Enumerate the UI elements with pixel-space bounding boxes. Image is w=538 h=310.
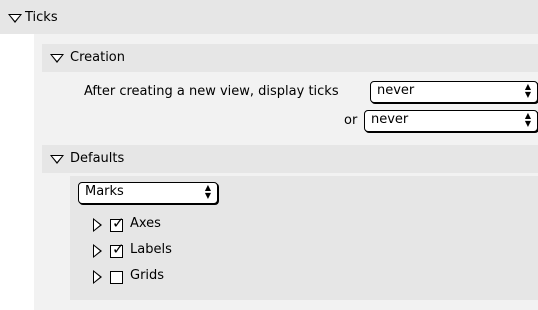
axes-label: Axes bbox=[130, 216, 161, 231]
ticks-display-popup-2-value: never bbox=[371, 112, 409, 127]
creation-title: Creation bbox=[70, 50, 126, 65]
labels-checkbox[interactable]: ✓ bbox=[110, 241, 125, 258]
grids-label: Grids bbox=[130, 268, 165, 283]
marks-popup-value: Marks bbox=[85, 184, 124, 199]
grids-disclosure-triangle-icon[interactable] bbox=[93, 270, 103, 284]
grids-checkbox[interactable] bbox=[110, 271, 123, 284]
ticks-section-header bbox=[0, 0, 538, 34]
popup-arrows-icon: ▲ ▼ bbox=[524, 111, 532, 128]
or-label: or bbox=[344, 113, 358, 128]
ticks-disclosure-triangle-icon[interactable] bbox=[8, 14, 22, 24]
checkmark-icon: ✓ bbox=[112, 240, 125, 258]
axes-disclosure-triangle-icon[interactable] bbox=[93, 218, 103, 232]
popup-arrows-icon: ▲ ▼ bbox=[204, 183, 212, 200]
labels-disclosure-triangle-icon[interactable] bbox=[93, 244, 103, 258]
popup-arrows-icon: ▲ ▼ bbox=[524, 82, 532, 99]
defaults-disclosure-triangle-icon[interactable] bbox=[50, 155, 64, 165]
ticks-display-popup-value: never bbox=[377, 83, 415, 98]
checkmark-icon: ✓ bbox=[112, 214, 125, 232]
ticks-display-popup-2[interactable]: never ▲ ▼ bbox=[364, 110, 538, 132]
creation-prompt-label: After creating a new view, display ticks bbox=[84, 84, 339, 99]
labels-label: Labels bbox=[130, 242, 172, 257]
ticks-title: Ticks bbox=[25, 10, 58, 25]
ticks-display-popup[interactable]: never ▲ ▼ bbox=[370, 81, 538, 103]
marks-popup[interactable]: Marks ▲ ▼ bbox=[78, 182, 218, 204]
defaults-title: Defaults bbox=[70, 151, 125, 166]
creation-disclosure-triangle-icon[interactable] bbox=[50, 54, 64, 64]
axes-checkbox[interactable]: ✓ bbox=[110, 215, 125, 232]
